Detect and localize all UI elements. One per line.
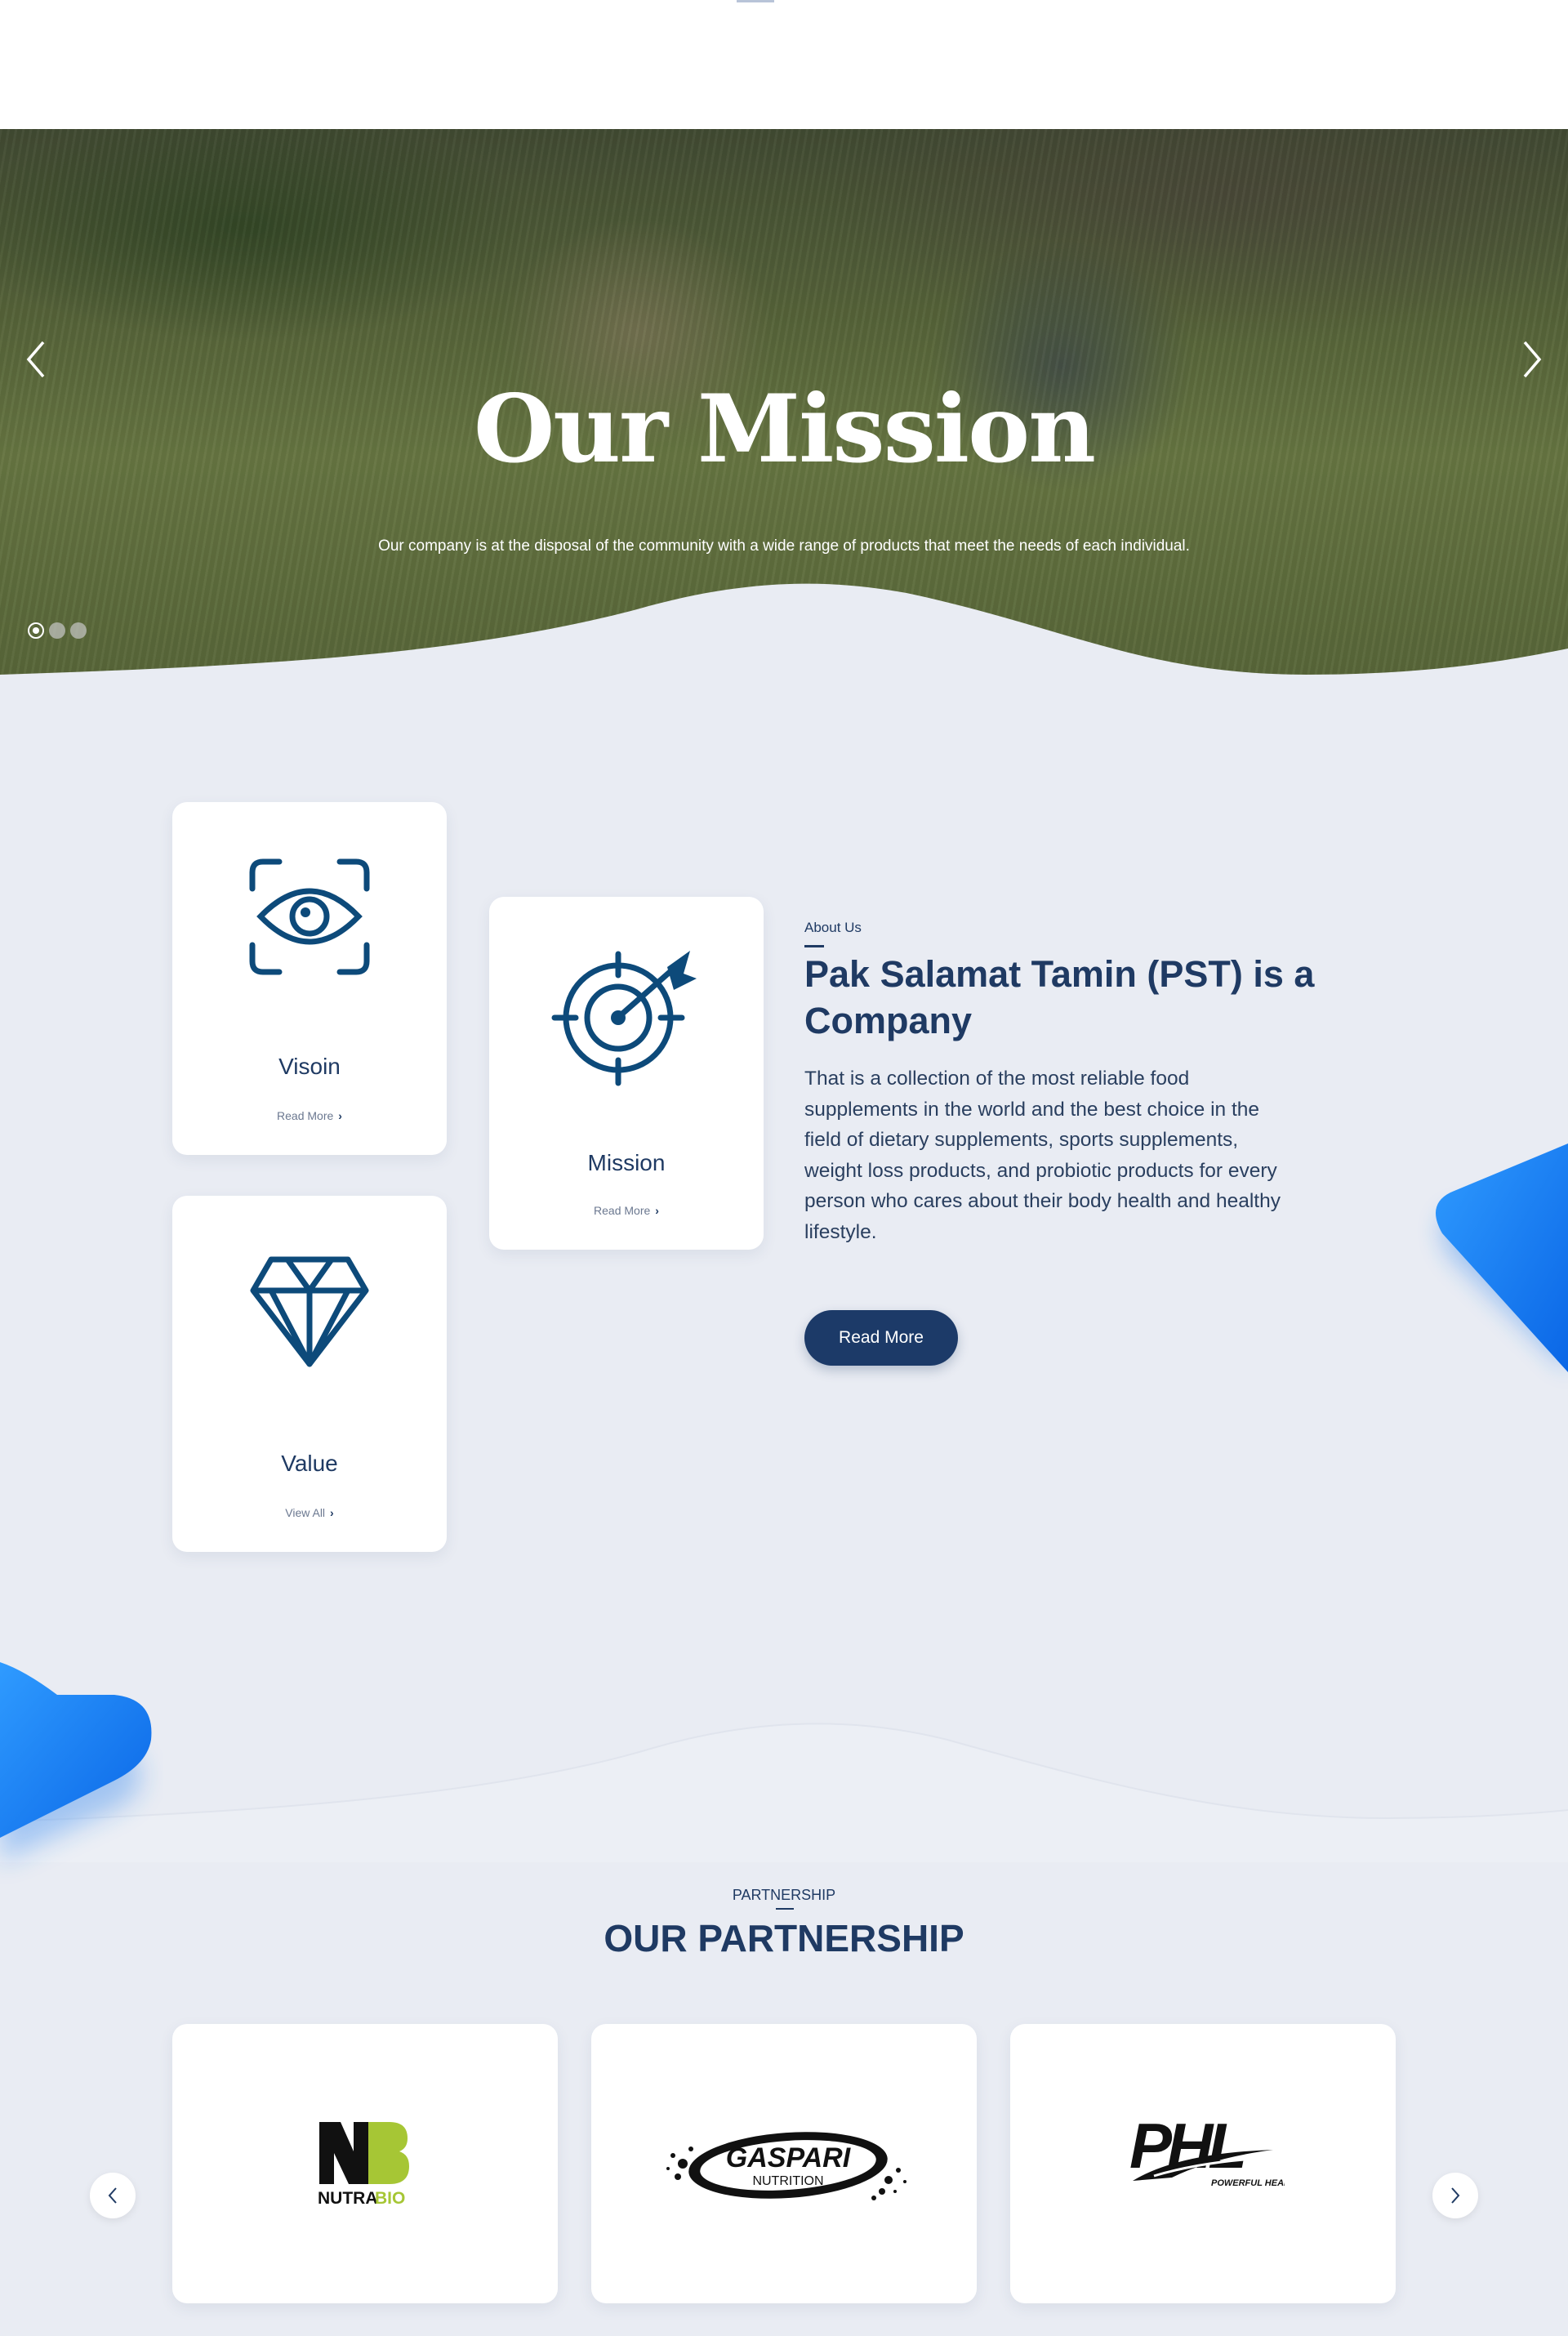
- about-read-more-button[interactable]: Read More: [804, 1310, 958, 1366]
- value-view-all-link[interactable]: View All ›: [172, 1506, 447, 1519]
- hero-title: Our Mission: [473, 374, 1096, 484]
- target-arrow-icon: [551, 951, 697, 1086]
- nutrabio-wordmark-a: NUTRA: [318, 2189, 378, 2208]
- about-description: That is a collection of the most reliabl…: [804, 1068, 1281, 1243]
- partner-card-phl[interactable]: PHL POWERFUL HEALTHY LIVING: [1010, 2024, 1396, 2303]
- phl-tagline: POWERFUL HEALTHY LIVING: [1211, 2178, 1285, 2188]
- mission-card[interactable]: Mission Read More ›: [489, 897, 764, 1250]
- phl-wordmark: PHL: [1129, 2111, 1244, 2182]
- mission-read-more-link[interactable]: Read More ›: [489, 1204, 764, 1217]
- partner-card-gaspari[interactable]: GASPARI NUTRITION: [591, 2024, 977, 2303]
- chevron-right-icon: ›: [330, 1506, 334, 1519]
- chevron-right-icon: ›: [338, 1109, 342, 1122]
- gaspari-wordmark: GASPARI: [726, 2142, 852, 2173]
- mission-card-title: Mission: [587, 1150, 666, 1175]
- chevron-left-icon: [108, 2187, 117, 2204]
- slider-next-button[interactable]: [1517, 335, 1547, 384]
- partnership-label-underline: [776, 1908, 794, 1910]
- decorative-blue-shape: [0, 1662, 152, 1862]
- partners-next-button[interactable]: [1432, 2173, 1478, 2218]
- chevron-right-icon: [1523, 341, 1542, 378]
- value-card-title: Value: [281, 1451, 338, 1476]
- partner-card-nutrabio[interactable]: NUTRA BIO: [172, 2024, 558, 2303]
- diamond-icon: [250, 1256, 369, 1367]
- vision-read-more-link[interactable]: Read More ›: [172, 1109, 447, 1122]
- chevron-left-icon: [26, 341, 45, 378]
- nutrabio-wordmark-b: BIO: [375, 2189, 405, 2208]
- hero-slider: Our Mission Our company is at the dispos…: [0, 129, 1568, 675]
- value-card[interactable]: Value View All ›: [172, 1196, 447, 1552]
- eye-scan-icon: [249, 858, 370, 975]
- partnership-title: OUR PARTNERSHIP: [604, 1917, 964, 1959]
- hero-subtitle: Our company is at the disposal of the co…: [378, 537, 1190, 555]
- about-label-underline: [804, 945, 824, 947]
- partnership-label: PARTNERSHIP: [732, 1887, 836, 1903]
- header-indicator: [737, 0, 774, 2]
- vision-card[interactable]: Visoin Read More ›: [172, 802, 447, 1155]
- about-title: Pak Salamat Tamin (PST) is a Company: [804, 953, 1315, 1041]
- hero-wave-divider: [0, 583, 1568, 675]
- gaspari-sub-wordmark: NUTRITION: [752, 2174, 823, 2188]
- partners-prev-button[interactable]: [90, 2173, 136, 2218]
- section-wave-divider: [0, 1723, 1568, 1862]
- nutrabio-logo: NUTRA BIO: [318, 2122, 409, 2208]
- decorative-blue-shape: [1436, 1143, 1568, 1372]
- slider-prev-button[interactable]: [21, 335, 51, 384]
- phl-logo: PHL POWERFUL HEALTHY LIVING: [1129, 2111, 1285, 2188]
- site-header: [0, 0, 1568, 129]
- vision-card-title: Visoin: [278, 1054, 341, 1079]
- gaspari-logo: GASPARI NUTRITION: [666, 2132, 906, 2200]
- chevron-right-icon: [1451, 2187, 1460, 2204]
- chevron-right-icon: ›: [655, 1204, 659, 1217]
- about-label: About Us: [804, 920, 862, 935]
